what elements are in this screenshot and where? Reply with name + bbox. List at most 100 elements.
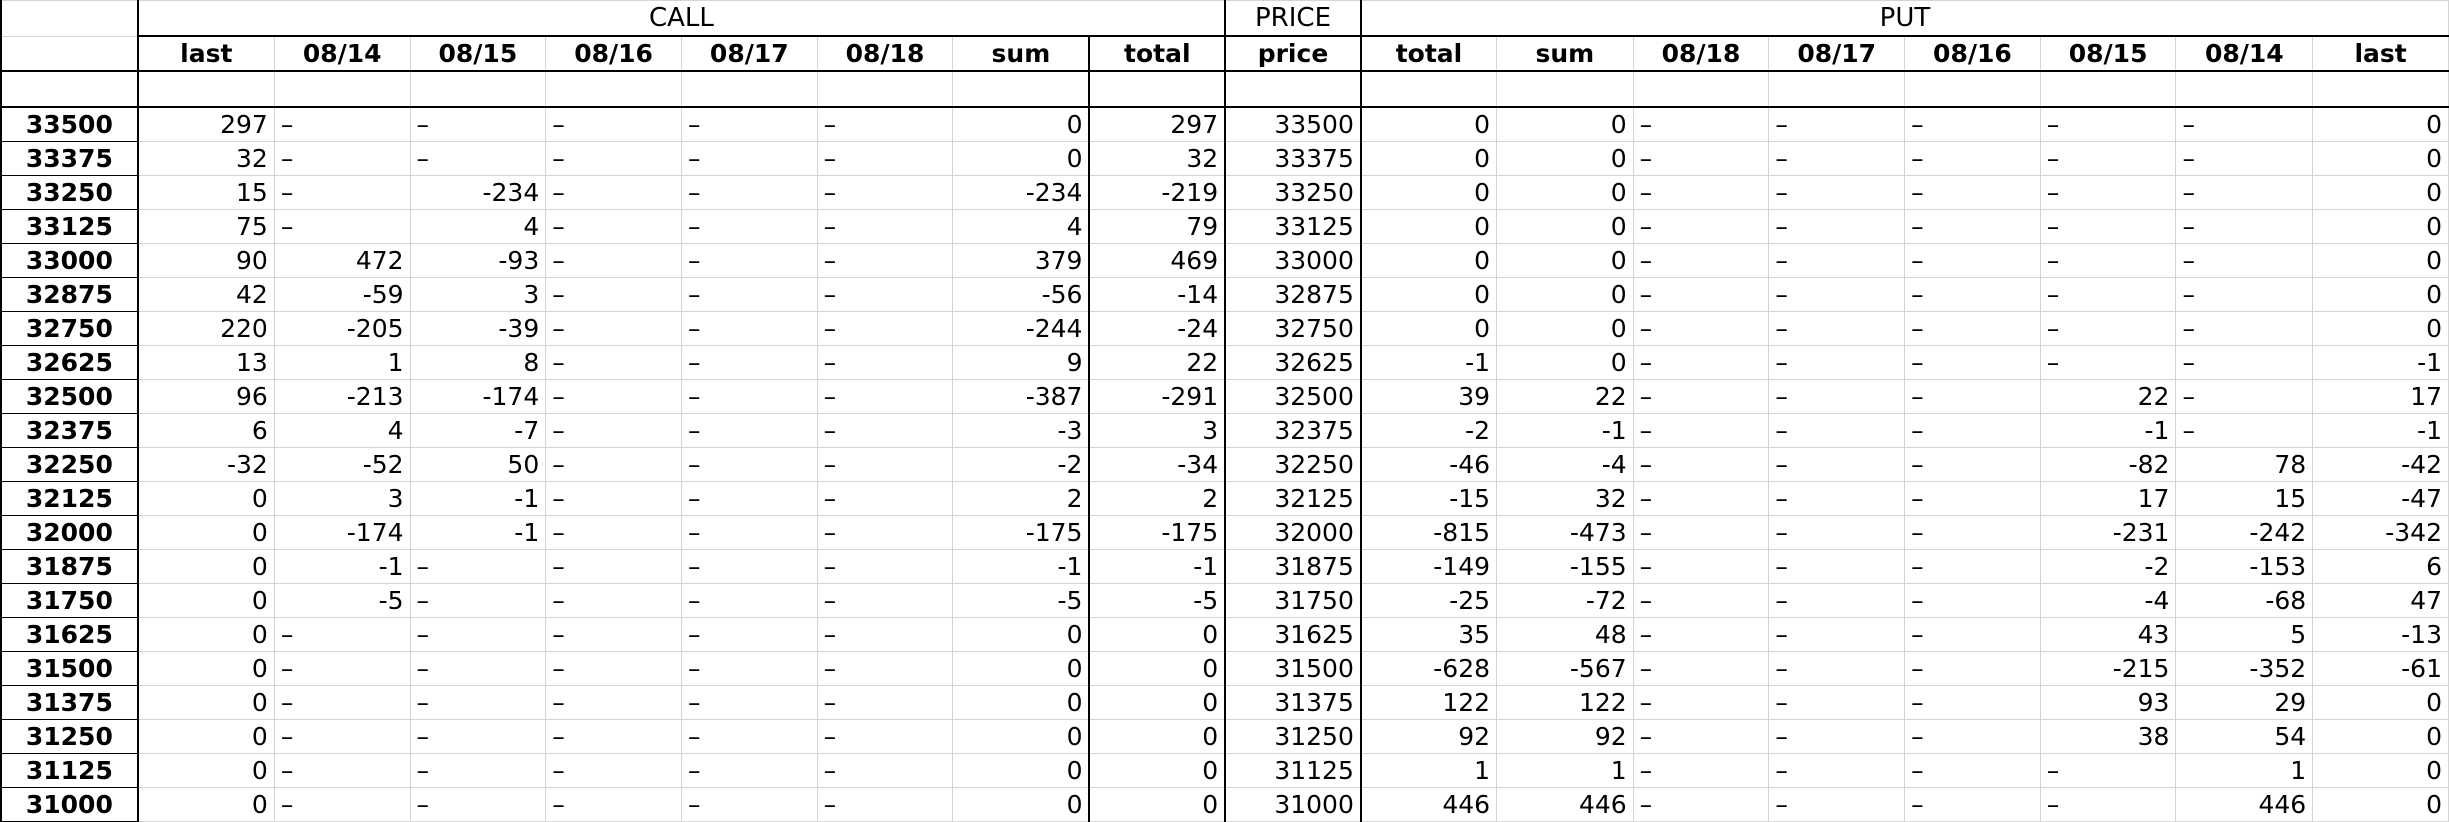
data-cell[interactable]: 4	[952, 209, 1090, 244]
data-cell[interactable]: -68	[2175, 583, 2314, 618]
data-cell[interactable]: -244	[952, 311, 1090, 346]
data-cell[interactable]: -1	[2312, 413, 2449, 448]
data-cell[interactable]: 0	[1088, 617, 1226, 652]
data-cell[interactable]: -4	[1496, 447, 1634, 482]
data-cell[interactable]: –	[273, 617, 411, 652]
blank-cell[interactable]	[136, 70, 275, 108]
data-cell[interactable]: -56	[952, 277, 1090, 312]
data-cell[interactable]: -205	[273, 311, 411, 346]
data-cell[interactable]: -5	[952, 583, 1090, 618]
data-cell[interactable]: -242	[2175, 515, 2314, 550]
data-cell[interactable]: –	[2175, 106, 2314, 142]
data-cell[interactable]: 0	[1496, 106, 1634, 142]
data-cell[interactable]: –	[1904, 515, 2041, 550]
data-cell[interactable]: 32375	[1224, 413, 1362, 448]
row-header[interactable]: 31750	[0, 583, 139, 618]
data-cell[interactable]: -34	[1088, 447, 1226, 482]
data-cell[interactable]: –	[816, 311, 954, 346]
data-cell[interactable]: –	[1904, 787, 2041, 822]
data-cell[interactable]: –	[2039, 141, 2177, 176]
data-cell[interactable]: -234	[952, 175, 1090, 210]
data-cell[interactable]: 39	[1359, 379, 1498, 414]
column-header[interactable]: 08/16	[545, 35, 682, 72]
data-cell[interactable]: 22	[2039, 379, 2177, 414]
data-cell[interactable]: 0	[952, 651, 1090, 686]
data-cell[interactable]: –	[2039, 106, 2177, 142]
data-cell[interactable]: –	[1904, 617, 2041, 652]
data-cell[interactable]: –	[1768, 753, 1906, 788]
data-cell[interactable]: 33125	[1224, 209, 1362, 244]
data-cell[interactable]: –	[1632, 685, 1770, 720]
put-group-header[interactable]: PUT	[1359, 0, 2449, 37]
column-header[interactable]: last	[136, 35, 275, 72]
data-cell[interactable]: -387	[952, 379, 1090, 414]
data-cell[interactable]: -7	[409, 413, 547, 448]
data-cell[interactable]: –	[1904, 549, 2041, 584]
data-cell[interactable]: –	[1768, 685, 1906, 720]
data-cell[interactable]: 32	[1088, 141, 1226, 176]
data-cell[interactable]: -13	[2312, 617, 2449, 652]
data-cell[interactable]: 31250	[1224, 719, 1362, 754]
data-cell[interactable]: 33500	[1224, 106, 1362, 142]
data-cell[interactable]: 0	[1496, 277, 1634, 312]
data-cell[interactable]: 8	[409, 345, 547, 380]
data-cell[interactable]: 0	[1359, 141, 1498, 176]
data-cell[interactable]: 96	[136, 379, 275, 414]
data-cell[interactable]: –	[816, 481, 954, 516]
row-header[interactable]: 32750	[0, 311, 139, 346]
data-cell[interactable]: –	[409, 106, 547, 142]
blank-cell[interactable]	[1359, 70, 1498, 108]
data-cell[interactable]: 15	[136, 175, 275, 210]
data-cell[interactable]: –	[816, 787, 954, 822]
data-cell[interactable]: 0	[2312, 277, 2449, 312]
data-cell[interactable]: -174	[273, 515, 411, 550]
data-cell[interactable]: 3	[273, 481, 411, 516]
data-cell[interactable]: –	[1768, 617, 1906, 652]
data-cell[interactable]: 1	[1496, 753, 1634, 788]
data-cell[interactable]: 122	[1359, 685, 1498, 720]
data-cell[interactable]: –	[1632, 106, 1770, 142]
data-cell[interactable]: 4	[409, 209, 547, 244]
data-cell[interactable]: –	[545, 209, 682, 244]
data-cell[interactable]: –	[545, 719, 682, 754]
data-cell[interactable]: –	[273, 141, 411, 176]
data-cell[interactable]: -2	[952, 447, 1090, 482]
data-cell[interactable]: –	[2039, 175, 2177, 210]
data-cell[interactable]: 0	[136, 549, 275, 584]
data-cell[interactable]: -82	[2039, 447, 2177, 482]
data-cell[interactable]: 0	[952, 753, 1090, 788]
data-cell[interactable]: –	[1768, 379, 1906, 414]
data-cell[interactable]: –	[2039, 345, 2177, 380]
data-cell[interactable]: -174	[409, 379, 547, 414]
data-cell[interactable]: -2	[2039, 549, 2177, 584]
data-cell[interactable]: –	[545, 413, 682, 448]
data-cell[interactable]: 0	[1088, 719, 1226, 754]
blank-cell[interactable]	[409, 70, 547, 108]
data-cell[interactable]: -72	[1496, 583, 1634, 618]
data-cell[interactable]: -1	[409, 515, 547, 550]
data-cell[interactable]: -155	[1496, 549, 1634, 584]
data-cell[interactable]: -32	[136, 447, 275, 482]
data-cell[interactable]: –	[680, 447, 818, 482]
data-cell[interactable]: –	[1904, 753, 2041, 788]
data-cell[interactable]: 32	[136, 141, 275, 176]
row-header[interactable]: 31625	[0, 617, 139, 652]
data-cell[interactable]: –	[1904, 413, 2041, 448]
data-cell[interactable]: 0	[136, 481, 275, 516]
data-cell[interactable]: 43	[2039, 617, 2177, 652]
data-cell[interactable]: –	[1768, 345, 1906, 380]
data-cell[interactable]: -1	[1359, 345, 1498, 380]
data-cell[interactable]: -47	[2312, 481, 2449, 516]
data-cell[interactable]: -52	[273, 447, 411, 482]
data-cell[interactable]: –	[273, 106, 411, 142]
data-cell[interactable]: -628	[1359, 651, 1498, 686]
data-cell[interactable]: –	[545, 481, 682, 516]
data-cell[interactable]: 0	[1496, 311, 1634, 346]
data-cell[interactable]: –	[680, 141, 818, 176]
data-cell[interactable]: -93	[409, 243, 547, 278]
data-cell[interactable]: –	[1768, 583, 1906, 618]
data-cell[interactable]: –	[2039, 277, 2177, 312]
row-header[interactable]: 32625	[0, 345, 139, 380]
data-cell[interactable]: 38	[2039, 719, 2177, 754]
data-cell[interactable]: 5	[2175, 617, 2314, 652]
